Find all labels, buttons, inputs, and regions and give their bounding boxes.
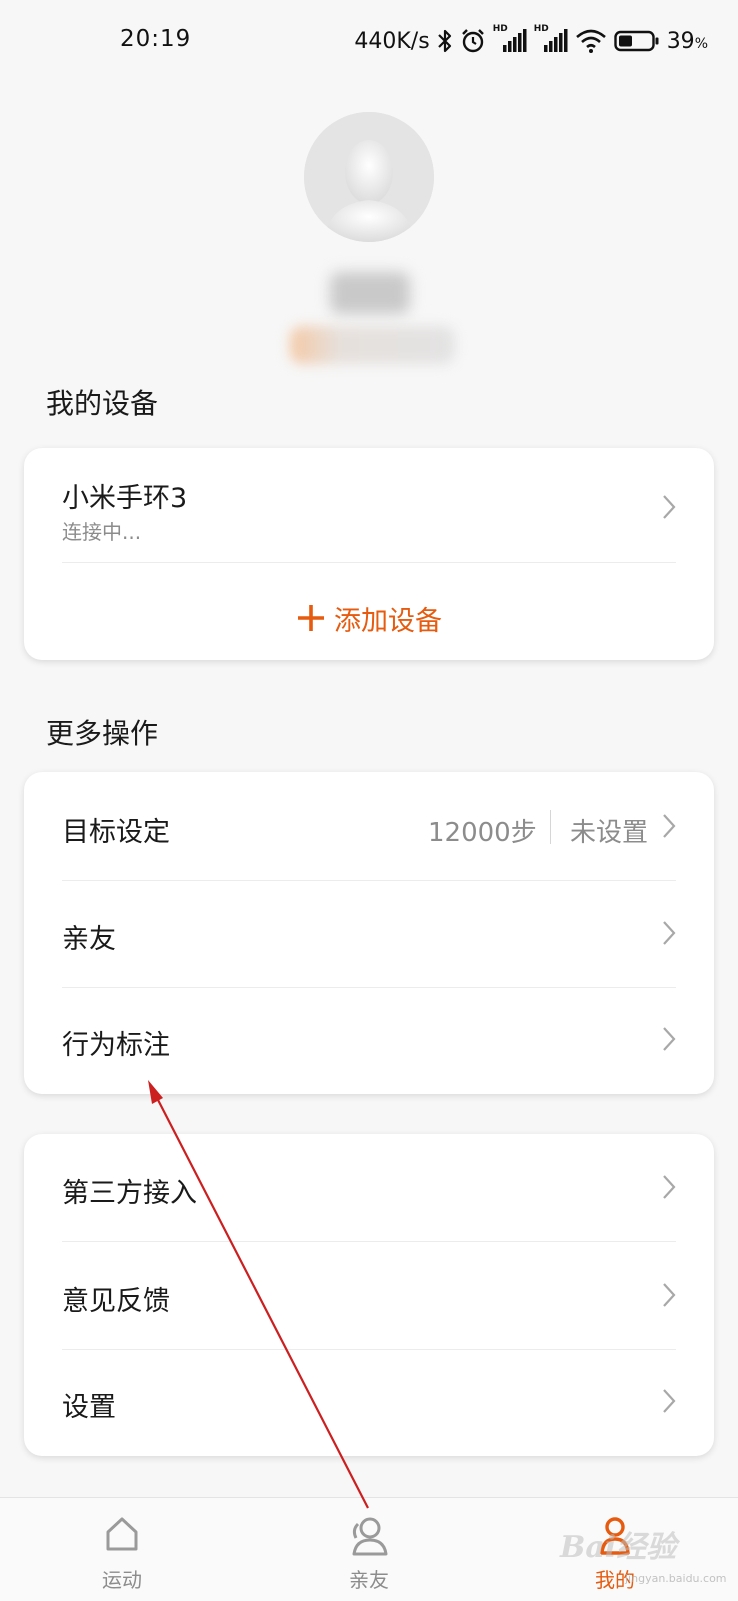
third-party-row[interactable]: 第三方接入 (24, 1134, 714, 1241)
goal-setting-row[interactable]: 目标设定 12000步 未设置 (24, 772, 714, 880)
third-party-label: 第三方接入 (62, 1178, 197, 1209)
tab-friends[interactable]: 亲友 (294, 1498, 444, 1601)
devices-card: 小米手环3 连接中... 添加设备 (24, 448, 714, 660)
goal-separator (550, 810, 551, 844)
device-name: 小米手环3 (62, 483, 188, 514)
my-devices-title: 我的设备 (46, 387, 159, 420)
chevron-right-icon (663, 921, 676, 945)
friends-row[interactable]: 亲友 (24, 880, 714, 987)
username-blurred (330, 272, 410, 314)
settings-row[interactable]: 设置 (24, 1349, 714, 1456)
behavior-tag-row[interactable]: 行为标注 (24, 987, 714, 1094)
status-icons: 440K/s HD HD 39% (354, 24, 708, 58)
battery-icon (613, 29, 660, 53)
more-actions-title: 更多操作 (46, 717, 159, 750)
chevron-right-icon (663, 495, 676, 519)
status-bar: 20:19 440K/s HD HD 39% (0, 0, 738, 80)
plus-icon (298, 605, 324, 631)
bluetooth-icon (437, 28, 453, 54)
chevron-right-icon (663, 1283, 676, 1307)
wifi-icon (575, 28, 607, 54)
chevron-right-icon (663, 1027, 676, 1051)
add-device-button[interactable]: 添加设备 (24, 588, 714, 648)
chevron-right-icon (663, 1175, 676, 1199)
behavior-tag-label: 行为标注 (62, 1030, 170, 1061)
feedback-label: 意见反馈 (62, 1286, 170, 1317)
signal-1-icon: HD (493, 24, 527, 54)
other-actions-card: 第三方接入 意见反馈 设置 (24, 1134, 714, 1456)
device-status: 连接中... (62, 520, 142, 544)
watermark-url: jingyan.baidu.com (625, 1572, 727, 1585)
default-user-avatar-icon (304, 112, 434, 242)
tab-sport[interactable]: 运动 (47, 1498, 197, 1601)
home-icon (106, 1517, 138, 1551)
chevron-right-icon (663, 814, 676, 838)
battery-percent: 39% (666, 28, 708, 54)
goal-setting-label: 目标设定 (62, 817, 170, 848)
status-time: 20:19 (120, 26, 192, 52)
signal-2-icon: HD (534, 24, 568, 54)
friends-icon (352, 1517, 388, 1556)
friends-label: 亲友 (62, 924, 116, 955)
avatar[interactable] (304, 112, 434, 242)
goal-steps-value: 12000步 (428, 818, 537, 848)
watermark: Bai经验 (560, 1530, 677, 1565)
divider (62, 562, 676, 563)
alarm-icon (460, 28, 486, 54)
user-badge-blurred (290, 326, 455, 364)
device-row[interactable]: 小米手环3 连接中... (24, 448, 714, 566)
goal-status-value: 未设置 (570, 818, 649, 848)
add-device-label: 添加设备 (334, 605, 442, 637)
more-actions-card: 目标设定 12000步 未设置 亲友 行为标注 (24, 772, 714, 1094)
tab-friends-label: 亲友 (349, 1568, 389, 1592)
network-speed: 440K/s (354, 28, 430, 54)
tab-sport-label: 运动 (102, 1568, 142, 1592)
feedback-row[interactable]: 意见反馈 (24, 1241, 714, 1349)
chevron-right-icon (663, 1389, 676, 1413)
settings-label: 设置 (62, 1392, 116, 1423)
